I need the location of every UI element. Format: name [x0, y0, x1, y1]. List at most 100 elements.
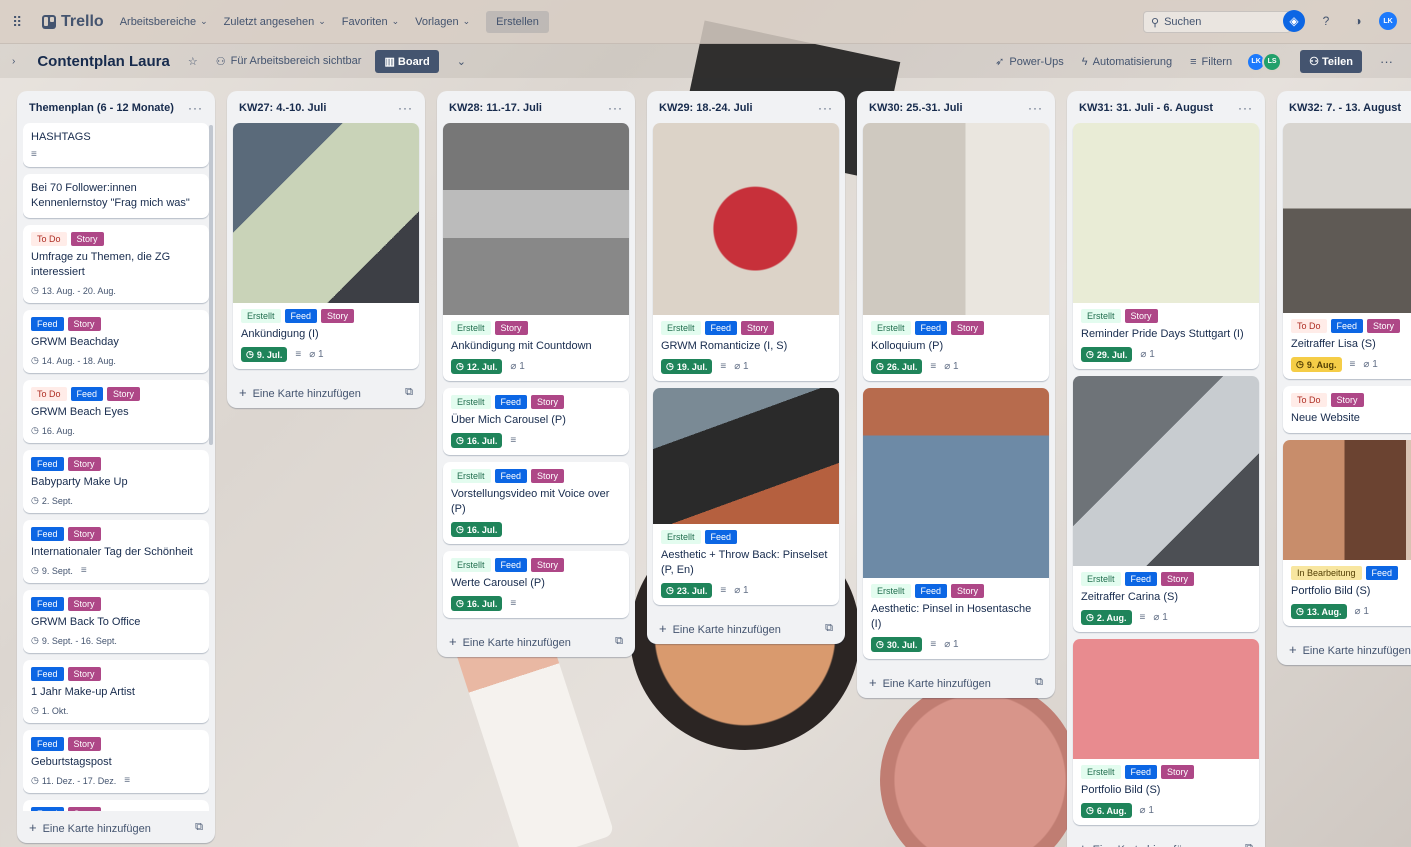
card-label[interactable]: Erstellt	[871, 584, 911, 598]
card-label[interactable]: Story	[494, 321, 528, 335]
due-date-badge[interactable]: ◷ 16. Jul.	[451, 522, 503, 537]
due-date-badge[interactable]: ◷ 13. Aug. - 20. Aug.	[31, 285, 116, 296]
board-members[interactable]: LK LS	[1246, 51, 1283, 72]
card[interactable]: Bei 70 Follower:innen Kennenlernstoy "Fr…	[23, 174, 209, 218]
card-label[interactable]: Feed	[1124, 765, 1158, 779]
card-label[interactable]: Story	[67, 667, 101, 681]
card[interactable]: Erstellt Feed Aesthetic + Throw Back: Pins…	[653, 388, 839, 605]
add-card-button[interactable]: +Eine Karte hinzufügen⧉	[1283, 633, 1411, 665]
card-label[interactable]: Story	[67, 317, 101, 331]
nav-workspaces[interactable]: Arbeitsbereiche ⌄	[120, 16, 208, 28]
card-label[interactable]: Story	[1161, 765, 1195, 779]
due-date-badge[interactable]: ◷ 13. Aug.	[1291, 604, 1347, 619]
create-button[interactable]: Erstellen	[486, 10, 549, 33]
list-title[interactable]: KW31: 31. Juli - 6. August	[1079, 102, 1213, 114]
more-icon[interactable]: ···	[818, 101, 833, 115]
card[interactable]: To Do Story Umfrage zu Themen, die ZG inte…	[23, 225, 209, 303]
card-label[interactable]: Feed	[31, 527, 64, 541]
card-label[interactable]: Story	[531, 395, 565, 409]
sidebar-toggle-icon[interactable]: ›	[12, 56, 15, 67]
card-label[interactable]: To Do	[1291, 393, 1327, 407]
due-date-badge[interactable]: ◷ 30. Jul.	[871, 637, 923, 652]
due-date-badge[interactable]: ◷ 9. Aug.	[1291, 357, 1342, 372]
more-icon[interactable]: ···	[608, 101, 623, 115]
card-label[interactable]: Story	[321, 309, 355, 323]
due-date-badge[interactable]: ◷ 2. Aug.	[1081, 610, 1132, 625]
card[interactable]: Erstellt Story Reminder Pride Days Stuttga…	[1073, 123, 1259, 369]
card-label[interactable]: Feed	[31, 597, 64, 611]
more-icon[interactable]: ···	[398, 101, 413, 115]
card-label[interactable]: Erstellt	[451, 395, 491, 409]
card[interactable]: To Do Feed Story GRWM Beach Eyes ◷ 16. Aug.	[23, 380, 209, 443]
card-label[interactable]: Feed	[284, 309, 318, 323]
template-icon[interactable]: ⧉	[405, 386, 413, 399]
more-icon[interactable]: ···	[1380, 54, 1393, 69]
list-title[interactable]: KW28: 11.-17. Juli	[449, 102, 542, 114]
list-title[interactable]: KW32: 7. - 13. August	[1289, 102, 1401, 114]
due-date-badge[interactable]: ◷ 23. Jul.	[661, 583, 713, 598]
card[interactable]: Erstellt Feed Story Aesthetic: Pinsel in Ho…	[863, 388, 1049, 659]
theme-icon[interactable]: ◑	[1347, 10, 1369, 32]
card-label[interactable]: Erstellt	[451, 321, 491, 335]
avatar[interactable]: LK	[1379, 12, 1397, 30]
board-view-button[interactable]: ▥ Board	[375, 49, 439, 73]
card-label[interactable]: Feed	[494, 558, 528, 572]
nav-recent[interactable]: Zuletzt angesehen ⌄	[224, 16, 326, 28]
board-title[interactable]: Contentplan Laura	[37, 53, 170, 70]
card-label[interactable]: Erstellt	[1081, 309, 1121, 323]
list-title[interactable]: KW27: 4.-10. Juli	[239, 102, 326, 114]
due-date-badge[interactable]: ◷ 19. Jul.	[661, 359, 713, 374]
due-date-badge[interactable]: ◷ 14. Aug. - 18. Aug.	[31, 355, 116, 366]
card[interactable]: HASHTAGS ≡	[23, 123, 209, 167]
card-label[interactable]: Story	[70, 232, 104, 246]
card-label[interactable]: Story	[1367, 319, 1401, 333]
card-label[interactable]: Story	[1330, 393, 1364, 407]
card-label[interactable]: Erstellt	[661, 530, 701, 544]
star-icon[interactable]: ☆	[188, 55, 198, 68]
card-label[interactable]: Feed	[704, 321, 738, 335]
card-label[interactable]: Feed	[1124, 572, 1158, 586]
card[interactable]: FeedStoryGRWM Geburtstags Make-up	[23, 800, 209, 811]
due-date-badge[interactable]: ◷ 9. Jul.	[241, 347, 288, 362]
share-button[interactable]: ⚇ Teilen	[1300, 50, 1362, 73]
more-icon[interactable]: ···	[1028, 101, 1043, 115]
more-icon[interactable]: ···	[188, 101, 203, 115]
card-label[interactable]: Story	[951, 321, 985, 335]
card[interactable]: Erstellt Feed Story Vorstellungsvideo mit V…	[443, 462, 629, 544]
card[interactable]: Erstellt Feed Story Über Mich Carousel (P) ◷…	[443, 388, 629, 455]
card[interactable]: Erstellt Feed Story Ankündigung (I) ◷ 9. Jul.…	[233, 123, 419, 369]
template-icon[interactable]: ⧉	[615, 635, 623, 648]
list-title[interactable]: KW30: 25.-31. Juli	[869, 102, 963, 114]
filter-button[interactable]: ≡ Filtern	[1190, 56, 1232, 68]
card[interactable]: Feed Story GRWM Back To Office ◷ 9. Sept. - …	[23, 590, 209, 653]
nav-templates[interactable]: Vorlagen ⌄	[415, 16, 470, 28]
help-icon[interactable]: ?	[1315, 10, 1337, 32]
more-icon[interactable]: ···	[1238, 101, 1253, 115]
card-label[interactable]: Feed	[914, 321, 948, 335]
nav-starred[interactable]: Favoriten ⌄	[342, 16, 399, 28]
card-label[interactable]: Story	[1161, 572, 1195, 586]
card-label[interactable]: Feed	[1330, 319, 1364, 333]
due-date-badge[interactable]: ◷ 26. Jul.	[871, 359, 923, 374]
template-icon[interactable]: ⧉	[825, 622, 833, 635]
card-label[interactable]: To Do	[1291, 319, 1327, 333]
card-label[interactable]: Story	[951, 584, 985, 598]
card-label[interactable]: Story	[67, 527, 101, 541]
card-label[interactable]: Story	[67, 737, 101, 751]
list-scrollbar[interactable]	[209, 125, 213, 445]
card-label[interactable]: Feed	[1365, 566, 1399, 580]
card-label[interactable]: Feed	[494, 469, 528, 483]
card-label[interactable]: Story	[67, 807, 101, 811]
card-label[interactable]: Feed	[31, 317, 64, 331]
card-label[interactable]: Feed	[704, 530, 738, 544]
card[interactable]: To Do Story Neue Website	[1283, 386, 1411, 433]
card-label[interactable]: Story	[67, 457, 101, 471]
card-label[interactable]: Feed	[494, 395, 528, 409]
trello-logo[interactable]: Trello	[42, 13, 104, 31]
card-label[interactable]: Story	[531, 469, 565, 483]
card-label[interactable]: Erstellt	[451, 558, 491, 572]
due-date-badge[interactable]: ◷ 1. Okt.	[31, 705, 68, 716]
list-title[interactable]: KW29: 18.-24. Juli	[659, 102, 753, 114]
list-title[interactable]: Themenplan (6 - 12 Monate)	[29, 102, 174, 114]
card-label[interactable]: Erstellt	[451, 469, 491, 483]
